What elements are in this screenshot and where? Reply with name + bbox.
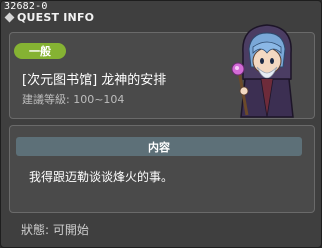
- level-range: 100~104: [73, 93, 125, 106]
- level-label: 建議等級:: [22, 93, 70, 106]
- quest-name: [次元图书馆] 龙神的安排: [22, 73, 167, 88]
- content-header: 内容: [16, 137, 302, 156]
- recommended-level: 建議等級: 100~104: [22, 91, 124, 107]
- window-title: QUEST INFO: [17, 10, 95, 24]
- quest-info-window: 32682-0 QUEST INFO 一般 [次元图书馆] 龙神的安排 建議等級…: [0, 0, 322, 248]
- quest-type-badge: 一般: [14, 43, 66, 59]
- npc-portrait-icon: [231, 24, 294, 118]
- title-bar[interactable]: QUEST INFO: [3, 10, 95, 24]
- status-label: 狀態:: [21, 223, 50, 237]
- quest-description: 我得跟迈勒谈谈烽火的事。: [29, 170, 174, 184]
- status-value: 可開始: [52, 223, 89, 237]
- title-diamond-icon: [4, 12, 15, 22]
- quest-status: 狀態: 可開始: [21, 221, 89, 238]
